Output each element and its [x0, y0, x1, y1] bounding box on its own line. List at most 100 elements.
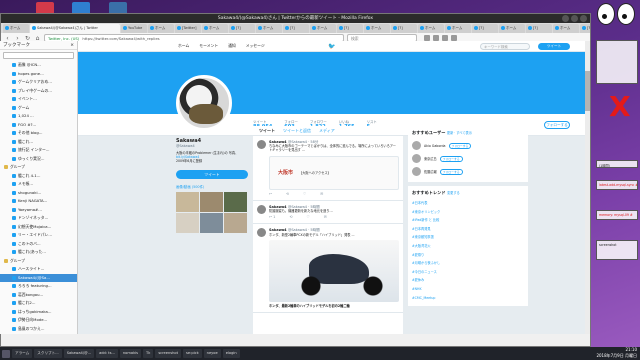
- tab-tweets[interactable]: ツイート: [259, 126, 275, 135]
- taskbar-app[interactable]: Tk: [143, 349, 154, 358]
- browser-tab[interactable]: ホーム: [418, 24, 444, 33]
- link-card[interactable]: 大阪市 【大阪へのアクセス】: [269, 155, 399, 190]
- tweet[interactable]: Sakawa4 @Sakawa4 · 5時間 ホンダ、新型2輪車PCXの新モデル…: [253, 224, 403, 314]
- retweet-icon[interactable]: ⟲: [289, 215, 292, 219]
- bookmark-item[interactable]: Yaeyama#...: [0, 206, 77, 215]
- taskbar-app[interactable]: se:pick: [183, 349, 202, 358]
- bookmark-item[interactable]: 伊勢日向Mode...: [0, 316, 77, 325]
- desktop-widget[interactable]: (1時間): [596, 160, 638, 168]
- trend-item[interactable]: #夏休み: [412, 276, 524, 285]
- browser-tab[interactable]: [?]: [580, 24, 590, 33]
- bookmark-item[interactable]: リー・エイドパレ...: [0, 231, 77, 240]
- media-thumb[interactable]: [176, 212, 199, 233]
- bookmark-item[interactable]: hopes gone...: [0, 70, 77, 79]
- bookmark-item[interactable]: ゲームクリアおめ...: [0, 78, 77, 87]
- media-label[interactable]: 画像/動画 (500件): [176, 184, 248, 189]
- bookmark-item[interactable]: Kenji NAGATA...: [0, 197, 77, 206]
- follow-button[interactable]: フォローする: [544, 121, 570, 129]
- browser-tab[interactable]: YouTube: [121, 24, 147, 33]
- suggested-user-name[interactable]: 佐藤広報: [424, 169, 437, 174]
- trend-item[interactable]: #日本代表: [412, 199, 524, 208]
- taskbar-app[interactable]: elogin: [222, 349, 240, 358]
- tab-media[interactable]: メディア: [319, 126, 335, 135]
- taskbar-app[interactable]: Sakawa4/@...: [63, 349, 95, 358]
- who-to-follow-more[interactable]: 更新 · すべて表示: [447, 131, 472, 135]
- bookmark-item[interactable]: 艦これ...: [0, 138, 77, 147]
- media-thumb[interactable]: [224, 212, 247, 233]
- tweet-compose-button[interactable]: ツイート: [538, 43, 570, 50]
- tweet-image[interactable]: [269, 239, 399, 302]
- maximize-icon[interactable]: [571, 15, 578, 22]
- sidebar-title[interactable]: ブックマーク: [3, 41, 30, 49]
- browser-tab[interactable]: [?]: [472, 24, 498, 33]
- trend-item[interactable]: #CMC_Meetup: [412, 294, 524, 303]
- dm-icon[interactable]: ✉: [320, 192, 323, 196]
- close-icon[interactable]: [580, 15, 587, 22]
- browser-tab[interactable]: [?]: [337, 24, 363, 33]
- tab-tweets-replies[interactable]: ツイートと返信: [283, 126, 311, 135]
- bookmark-item[interactable]: 1,024 ...: [0, 112, 77, 121]
- tweet-to-button[interactable]: ツイート: [176, 169, 248, 179]
- taskbar-app[interactable]: nomakis: [119, 349, 142, 358]
- avatar[interactable]: [412, 154, 421, 163]
- media-thumb[interactable]: [176, 191, 199, 212]
- reply-icon[interactable]: ↩: [269, 192, 272, 196]
- twitter-search-input[interactable]: キーワード検索: [480, 43, 530, 50]
- bookmark-item[interactable]: はっちgakimaka...: [0, 308, 77, 317]
- bookmark-item[interactable]: shogunaki...: [0, 189, 77, 198]
- bookmark-item[interactable]: Sakawa4/(@Sa...: [0, 273, 77, 282]
- bookmark-item[interactable]: 画像 @ICN...: [0, 61, 77, 70]
- bookmark-item[interactable]: メモ帳...: [0, 180, 77, 189]
- bookmark-item[interactable]: ハースライト...: [0, 265, 77, 274]
- tweet-avatar[interactable]: [257, 228, 266, 238]
- browser-tab[interactable]: ホーム: [553, 24, 579, 33]
- suggested-user[interactable]: 佐藤広報 フォローする: [412, 165, 524, 178]
- taskbar-app[interactable]: add: ts...: [96, 349, 118, 358]
- trend-item[interactable]: #東京都知事選: [412, 233, 524, 242]
- bookmark-item[interactable]: ドンゾイネッタ...: [0, 214, 77, 223]
- follow-button[interactable]: フォローする: [439, 168, 463, 175]
- suggested-user-name[interactable]: Akio Gaborda: [424, 144, 446, 148]
- like-icon[interactable]: ♡: [303, 192, 306, 196]
- twitter-bird-icon[interactable]: 🐦: [328, 43, 335, 50]
- taskbar-app[interactable]: neyoe: [203, 349, 221, 358]
- browser-tab[interactable]: [?]: [283, 24, 309, 33]
- taskbar-app[interactable]: アラーム: [12, 349, 33, 358]
- browser-tab[interactable]: [?]: [391, 24, 417, 33]
- browser-tab[interactable]: ホーム: [3, 24, 29, 33]
- media-thumb[interactable]: [200, 191, 223, 212]
- sidebar-search-input[interactable]: [3, 52, 74, 59]
- desktop-widget[interactable]: screenshot: [596, 240, 638, 260]
- bookmark-item[interactable]: 艦これ(あった...: [0, 248, 77, 257]
- retweet-icon[interactable]: ⟲: [286, 192, 289, 196]
- start-menu-icon[interactable]: [2, 349, 10, 358]
- browser-tab[interactable]: ホーム: [256, 24, 282, 33]
- clock[interactable]: 21:10 2018年7月9日 月曜日: [596, 347, 637, 359]
- bookmark-item[interactable]: FGO #?...: [0, 121, 77, 130]
- tweet[interactable]: Sakawa4 @Sakawa4 · 58分 ちなみに大阪市のゴーテーマとばかり…: [253, 136, 403, 201]
- twitter-nav-item[interactable]: モーメント: [199, 43, 218, 49]
- bookmark-folder[interactable]: グループ: [0, 257, 77, 266]
- twitter-nav-item[interactable]: ホーム: [178, 43, 189, 49]
- browser-tab[interactable]: ホーム: [202, 24, 228, 33]
- trend-item[interactable]: #東京オリンピック: [412, 208, 524, 217]
- trend-item[interactable]: #iPad新作 と 比較: [412, 216, 524, 225]
- dm-icon[interactable]: ✉: [324, 215, 327, 219]
- trend-item[interactable]: #月曜から夜ふかし: [412, 259, 524, 268]
- browser-tab[interactable]: ホーム: [499, 24, 525, 33]
- follow-button[interactable]: フォローする: [448, 142, 472, 149]
- reply-icon[interactable]: ↩ 1: [269, 215, 275, 219]
- sidebar-close-icon[interactable]: ×: [70, 41, 74, 49]
- media-thumb[interactable]: [200, 212, 223, 233]
- tweet[interactable]: Sakawa4 @Sakawa4 · 5時間 防護服姿も。機器更新を新たな地元を…: [253, 201, 403, 225]
- trend-item[interactable]: #NHK: [412, 285, 524, 294]
- browser-tab[interactable]: Sakawa4/(@Sakawa4)さん | Twitter: [30, 24, 120, 33]
- scrollbar-thumb[interactable]: [585, 71, 590, 111]
- avatar[interactable]: [176, 75, 232, 131]
- bookmark-item[interactable]: その他 blog...: [0, 129, 77, 138]
- bookmark-item[interactable]: このトのバ...: [0, 240, 77, 249]
- trends-change[interactable]: 変更する: [447, 191, 460, 195]
- trend-item[interactable]: #大阪湾花火: [412, 242, 524, 251]
- browser-tab[interactable]: [?]: [229, 24, 255, 33]
- browser-tab[interactable]: ホーム: [364, 24, 390, 33]
